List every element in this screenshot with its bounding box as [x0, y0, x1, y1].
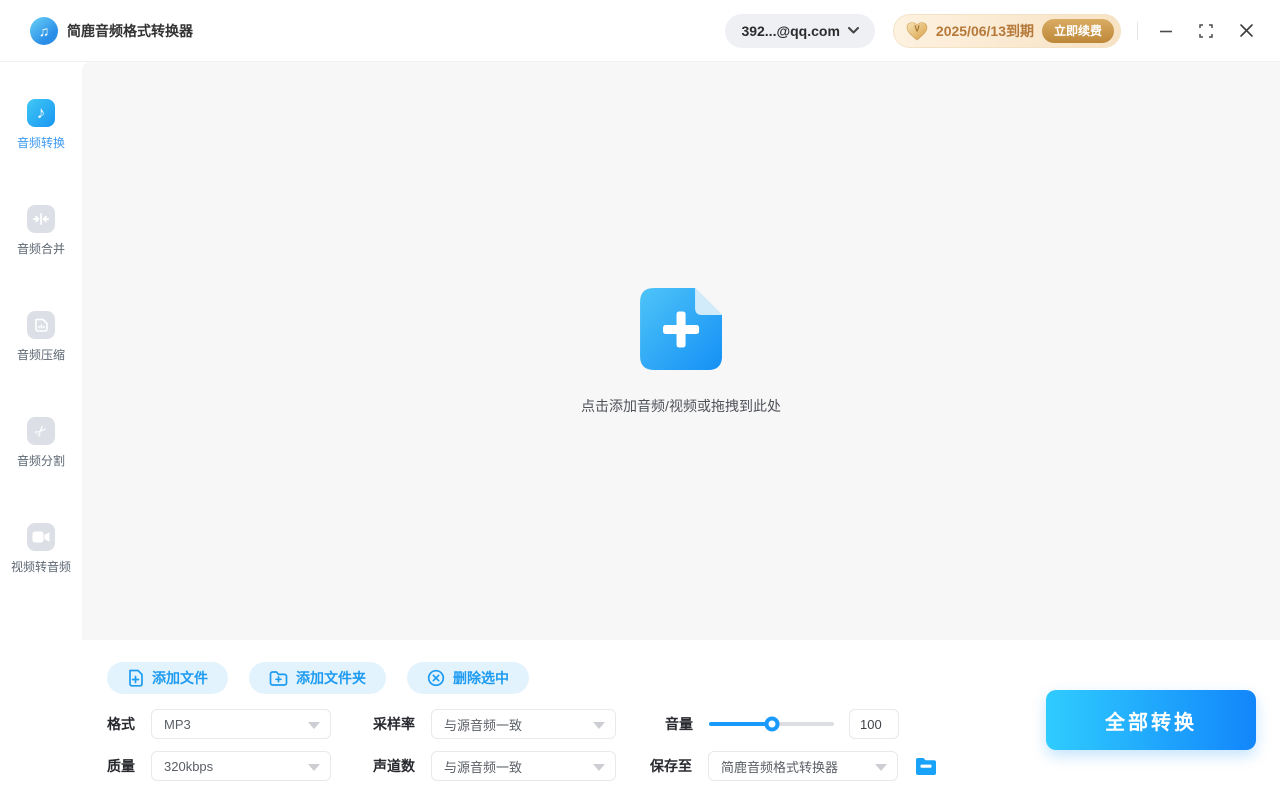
volume-slider-thumb[interactable] — [764, 716, 779, 732]
delete-selected-label: 删除选中 — [453, 670, 509, 686]
compress-icon — [27, 311, 55, 339]
format-field: 格式 MP3 — [107, 709, 331, 739]
add-file-button[interactable]: 添加文件 — [107, 662, 228, 694]
minimize-button[interactable] — [1152, 17, 1180, 45]
sidebar-item-label: 音频分割 — [16, 454, 65, 468]
volume-label: 音量 — [665, 716, 693, 732]
folder-icon — [916, 757, 936, 775]
video-icon — [27, 523, 55, 551]
close-icon — [1239, 24, 1253, 37]
sidebar-item-label: 音频压缩 — [16, 348, 65, 362]
folder-plus-icon — [269, 670, 288, 686]
caret-down-icon — [308, 764, 320, 771]
save-to-field: 保存至 简鹿音频格式转换器 — [650, 751, 937, 781]
dropzone-hint: 点击添加音频/视频或拖拽到此处 — [581, 398, 781, 414]
channels-value: 与源音频一致 — [444, 759, 523, 775]
titlebar: ♫ 简鹿音频格式转换器 392...@qq.com V 2025/06/13到期… — [0, 0, 1280, 62]
sample-rate-field: 采样率 与源音频一致 — [373, 709, 616, 739]
save-to-select[interactable]: 简鹿音频格式转换器 — [708, 751, 898, 781]
scissors-icon: ✂ — [27, 417, 55, 445]
channels-select[interactable]: 与源音频一致 — [431, 751, 616, 781]
save-to-value: 简鹿音频格式转换器 — [721, 759, 839, 775]
sidebar-item-audio-convert[interactable]: ♪ 音频转换 — [0, 99, 82, 151]
app-title: 简鹿音频格式转换器 — [67, 22, 193, 39]
maximize-icon — [1199, 23, 1213, 38]
sidebar-item-label: 音频转换 — [16, 136, 65, 150]
caret-down-icon — [875, 764, 887, 771]
add-folder-label: 添加文件夹 — [296, 670, 366, 686]
vip-heart-icon: V — [906, 21, 928, 40]
app-logo-icon: ♫ — [30, 16, 58, 45]
vip-status-badge: V 2025/06/13到期 立即续费 — [892, 13, 1121, 48]
caret-down-icon — [593, 764, 605, 771]
sidebar-item-video-to-audio[interactable]: 视频转音频 — [0, 523, 82, 575]
caret-down-icon — [308, 722, 320, 729]
channels-field: 声道数 与源音频一致 — [373, 751, 616, 781]
volume-input[interactable] — [849, 709, 899, 739]
sidebar-item-label: 视频转音频 — [10, 560, 71, 574]
volume-slider-fill — [709, 722, 772, 726]
save-to-label: 保存至 — [650, 758, 692, 774]
close-button[interactable] — [1232, 17, 1260, 45]
renew-now-button[interactable]: 立即续费 — [1041, 18, 1114, 43]
sample-rate-value: 与源音频一致 — [444, 717, 523, 733]
convert-all-button[interactable]: 全部转换 — [1046, 690, 1256, 750]
quality-value: 320kbps — [164, 758, 214, 774]
minimize-icon — [1160, 30, 1172, 32]
file-plus-icon — [129, 669, 143, 687]
quality-field: 质量 320kbps — [107, 751, 331, 781]
sidebar-item-label: 音频合并 — [16, 242, 65, 256]
add-folder-button[interactable]: 添加文件夹 — [249, 662, 386, 694]
format-value: MP3 — [164, 716, 191, 732]
quality-label: 质量 — [107, 758, 135, 774]
file-toolbar: 添加文件 添加文件夹 删除选中 — [107, 662, 529, 694]
browse-folder-button[interactable] — [915, 757, 937, 776]
add-file-label: 添加文件 — [152, 670, 208, 686]
chevron-down-icon — [847, 27, 859, 34]
account-dropdown[interactable]: 392...@qq.com — [725, 13, 875, 48]
merge-icon — [27, 205, 55, 233]
svg-text:V: V — [914, 24, 920, 33]
volume-slider[interactable] — [709, 716, 834, 732]
channels-label: 声道数 — [373, 758, 415, 774]
vip-expiry-date: 2025/06/13到期 — [935, 22, 1034, 39]
sidebar-item-audio-merge[interactable]: 音频合并 — [0, 205, 82, 257]
sample-rate-select[interactable]: 与源音频一致 — [431, 709, 616, 739]
format-select[interactable]: MP3 — [151, 709, 331, 739]
add-file-icon — [639, 288, 722, 370]
sidebar-item-audio-split[interactable]: ✂ 音频分割 — [0, 417, 82, 469]
format-label: 格式 — [107, 716, 135, 732]
titlebar-divider — [1137, 21, 1138, 40]
file-list-area: 点击添加音频/视频或拖拽到此处 — [82, 62, 1280, 640]
maximize-button[interactable] — [1192, 17, 1220, 45]
caret-down-icon — [593, 722, 605, 729]
circle-x-icon — [427, 669, 445, 687]
account-email: 392...@qq.com — [741, 22, 840, 39]
delete-selected-button[interactable]: 删除选中 — [407, 662, 529, 694]
sidebar-item-audio-compress[interactable]: 音频压缩 — [0, 311, 82, 363]
sample-rate-label: 采样率 — [373, 716, 415, 732]
music-note-icon: ♪ — [27, 99, 55, 127]
quality-select[interactable]: 320kbps — [151, 751, 331, 781]
volume-field: 音量 — [665, 709, 899, 739]
dropzone[interactable]: 点击添加音频/视频或拖拽到此处 — [581, 288, 781, 416]
sidebar: ♪ 音频转换 音频合并 音频压缩 ✂ 音频分割 视频转音频 — [0, 62, 82, 640]
